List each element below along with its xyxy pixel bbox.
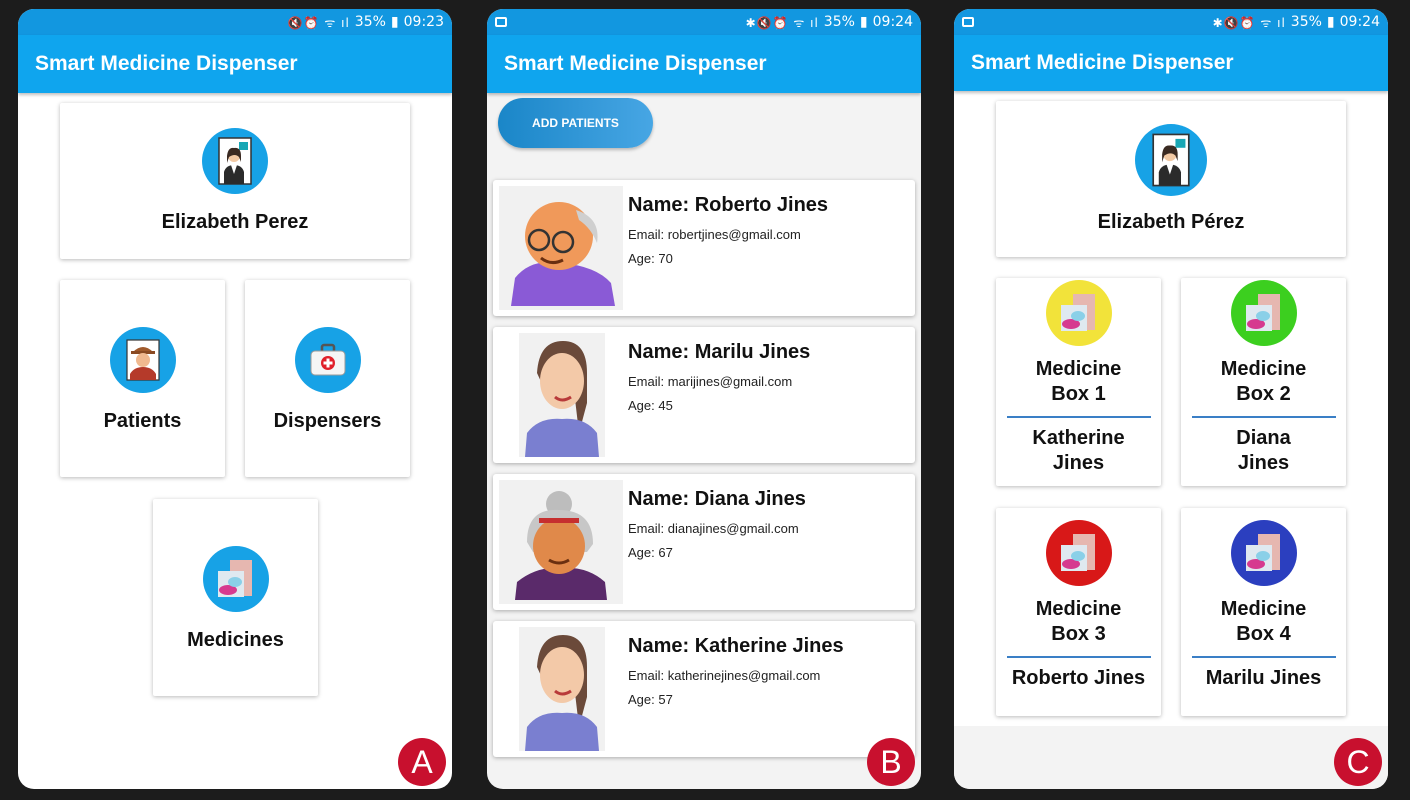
panel-label-badge: B (867, 738, 915, 786)
box-label-line1: Medicine (1220, 358, 1307, 380)
first-aid-kit-icon (294, 327, 361, 393)
status-bar: ✱🔇⏰ ᯤ ıl 35% ▮ 09:24 (954, 9, 1388, 35)
gallery-notification-icon (495, 17, 507, 27)
phone-screen-a: 🔇⏰ ᯤ ıl 35% ▮ 09:23 Smart Medicine Dispe… (18, 9, 452, 789)
medicine-box-card[interactable]: Medicine Box 2 Diana Jines (1181, 278, 1346, 486)
woman-avatar-icon (519, 627, 605, 751)
menu-label-dispensers: Dispensers (273, 410, 382, 432)
patient-age: Age: 70 (628, 251, 673, 266)
battery-level: 35% (354, 14, 386, 30)
patients-card[interactable]: Patients (60, 280, 225, 477)
battery-icon: ▮ (859, 14, 868, 30)
app-title: Smart Medicine Dispenser (971, 51, 1234, 74)
gallery-notification-icon (962, 17, 974, 27)
box-label-line2: Box 4 (1236, 623, 1291, 645)
patient-name: Name: Roberto Jines (628, 194, 829, 216)
clock: 09:24 (1339, 14, 1380, 30)
status-icons: 🔇⏰ ᯤ ıl (287, 15, 350, 30)
patient-email: Email: robertjines@gmail.com (628, 227, 801, 242)
app-bar: Smart Medicine Dispenser (487, 35, 921, 93)
phone-screen-c: ✱🔇⏰ ᯤ ıl 35% ▮ 09:24 Smart Medicine Disp… (954, 9, 1388, 789)
app-bar: Smart Medicine Dispenser (954, 35, 1388, 91)
medicine-box-card[interactable]: Medicine Box 4 Marilu Jines (1181, 508, 1346, 716)
battery-level: 35% (823, 14, 855, 30)
status-icons: ✱🔇⏰ ᯤ ıl (1212, 15, 1286, 30)
add-patients-button[interactable]: ADD PATIENTS (498, 98, 653, 148)
assigned-patient-line2: Jines (1052, 452, 1105, 474)
patient-card[interactable]: Name: Marilu Jines Email: marijines@gmai… (493, 327, 915, 463)
menu-label-patients: Patients (103, 410, 182, 432)
woman-avatar-icon (519, 333, 605, 457)
divider (1006, 416, 1151, 418)
app-title: Smart Medicine Dispenser (35, 52, 298, 75)
battery-level: 35% (1290, 14, 1322, 30)
medicine-box-card[interactable]: Medicine Box 3 Roberto Jines (996, 508, 1161, 716)
clock: 09:24 (872, 14, 913, 30)
patient-name: Name: Katherine Jines (628, 635, 844, 657)
old-man-avatar-icon (499, 186, 623, 310)
patient-card[interactable]: Name: Diana Jines Email: dianajines@gmai… (493, 474, 915, 610)
patient-email: Email: dianajines@gmail.com (628, 521, 799, 536)
medicine-icon (1230, 520, 1297, 586)
old-woman-avatar-icon (499, 480, 623, 604)
battery-icon: ▮ (1326, 14, 1335, 30)
app-bar: Smart Medicine Dispenser (18, 35, 452, 93)
profile-card[interactable]: Elizabeth Pérez (996, 101, 1346, 257)
assigned-patient: Roberto Jines (1011, 667, 1146, 689)
menu-label-medicines: Medicines (187, 629, 284, 651)
box-label-line1: Medicine (1035, 358, 1122, 380)
box-label-line2: Box 1 (1051, 383, 1106, 405)
assigned-patient-line1: Katherine (1032, 427, 1125, 449)
patient-name: Name: Marilu Jines (628, 341, 811, 363)
user-name: Elizabeth Pérez (1097, 211, 1245, 233)
divider (1006, 656, 1151, 658)
medicine-icon (202, 546, 269, 612)
patient-age: Age: 45 (628, 398, 673, 413)
assigned-patient-line2: Jines (1237, 452, 1290, 474)
box-label-line1: Medicine (1220, 598, 1307, 620)
patient-card[interactable]: Name: Roberto Jines Email: robertjines@g… (493, 180, 915, 316)
patient-icon (109, 327, 176, 393)
patient-age: Age: 67 (628, 545, 673, 560)
profile-card[interactable]: Elizabeth Perez (60, 103, 410, 259)
user-name: Elizabeth Perez (161, 211, 309, 233)
panel-label-badge: C (1334, 738, 1382, 786)
medicine-icon (1045, 280, 1112, 346)
app-title: Smart Medicine Dispenser (504, 52, 767, 75)
medicine-icon (1045, 520, 1112, 586)
doctor-avatar-icon (202, 128, 268, 194)
status-icons: ✱🔇⏰ ᯤ ıl (745, 15, 819, 30)
divider (1191, 656, 1336, 658)
medicine-icon (1230, 280, 1297, 346)
status-bar: ✱🔇⏰ ᯤ ıl 35% ▮ 09:24 (487, 9, 921, 35)
battery-icon: ▮ (390, 14, 399, 30)
clock: 09:23 (403, 14, 444, 30)
assigned-patient-line1: Diana (1236, 427, 1291, 449)
doctor-avatar-icon (1135, 124, 1207, 196)
status-bar: 🔇⏰ ᯤ ıl 35% ▮ 09:23 (18, 9, 452, 35)
patient-age: Age: 57 (628, 692, 673, 707)
phone-screen-b: ✱🔇⏰ ᯤ ıl 35% ▮ 09:24 Smart Medicine Disp… (487, 9, 921, 789)
divider (1191, 416, 1336, 418)
footer-area (954, 726, 1388, 789)
patient-email: Email: katherinejines@gmail.com (628, 668, 821, 683)
medicines-card[interactable]: Medicines (153, 499, 318, 696)
patient-name: Name: Diana Jines (628, 488, 806, 510)
panel-label-badge: A (398, 738, 446, 786)
patient-card[interactable]: Name: Katherine Jines Email: katherineji… (493, 621, 915, 757)
medicine-box-card[interactable]: Medicine Box 1 Katherine Jines (996, 278, 1161, 486)
assigned-patient: Marilu Jines (1205, 667, 1322, 689)
box-label-line2: Box 3 (1051, 623, 1106, 645)
patient-email: Email: marijines@gmail.com (628, 374, 793, 389)
box-label-line2: Box 2 (1236, 383, 1291, 405)
dispensers-card[interactable]: Dispensers (245, 280, 410, 477)
box-label-line1: Medicine (1035, 598, 1122, 620)
